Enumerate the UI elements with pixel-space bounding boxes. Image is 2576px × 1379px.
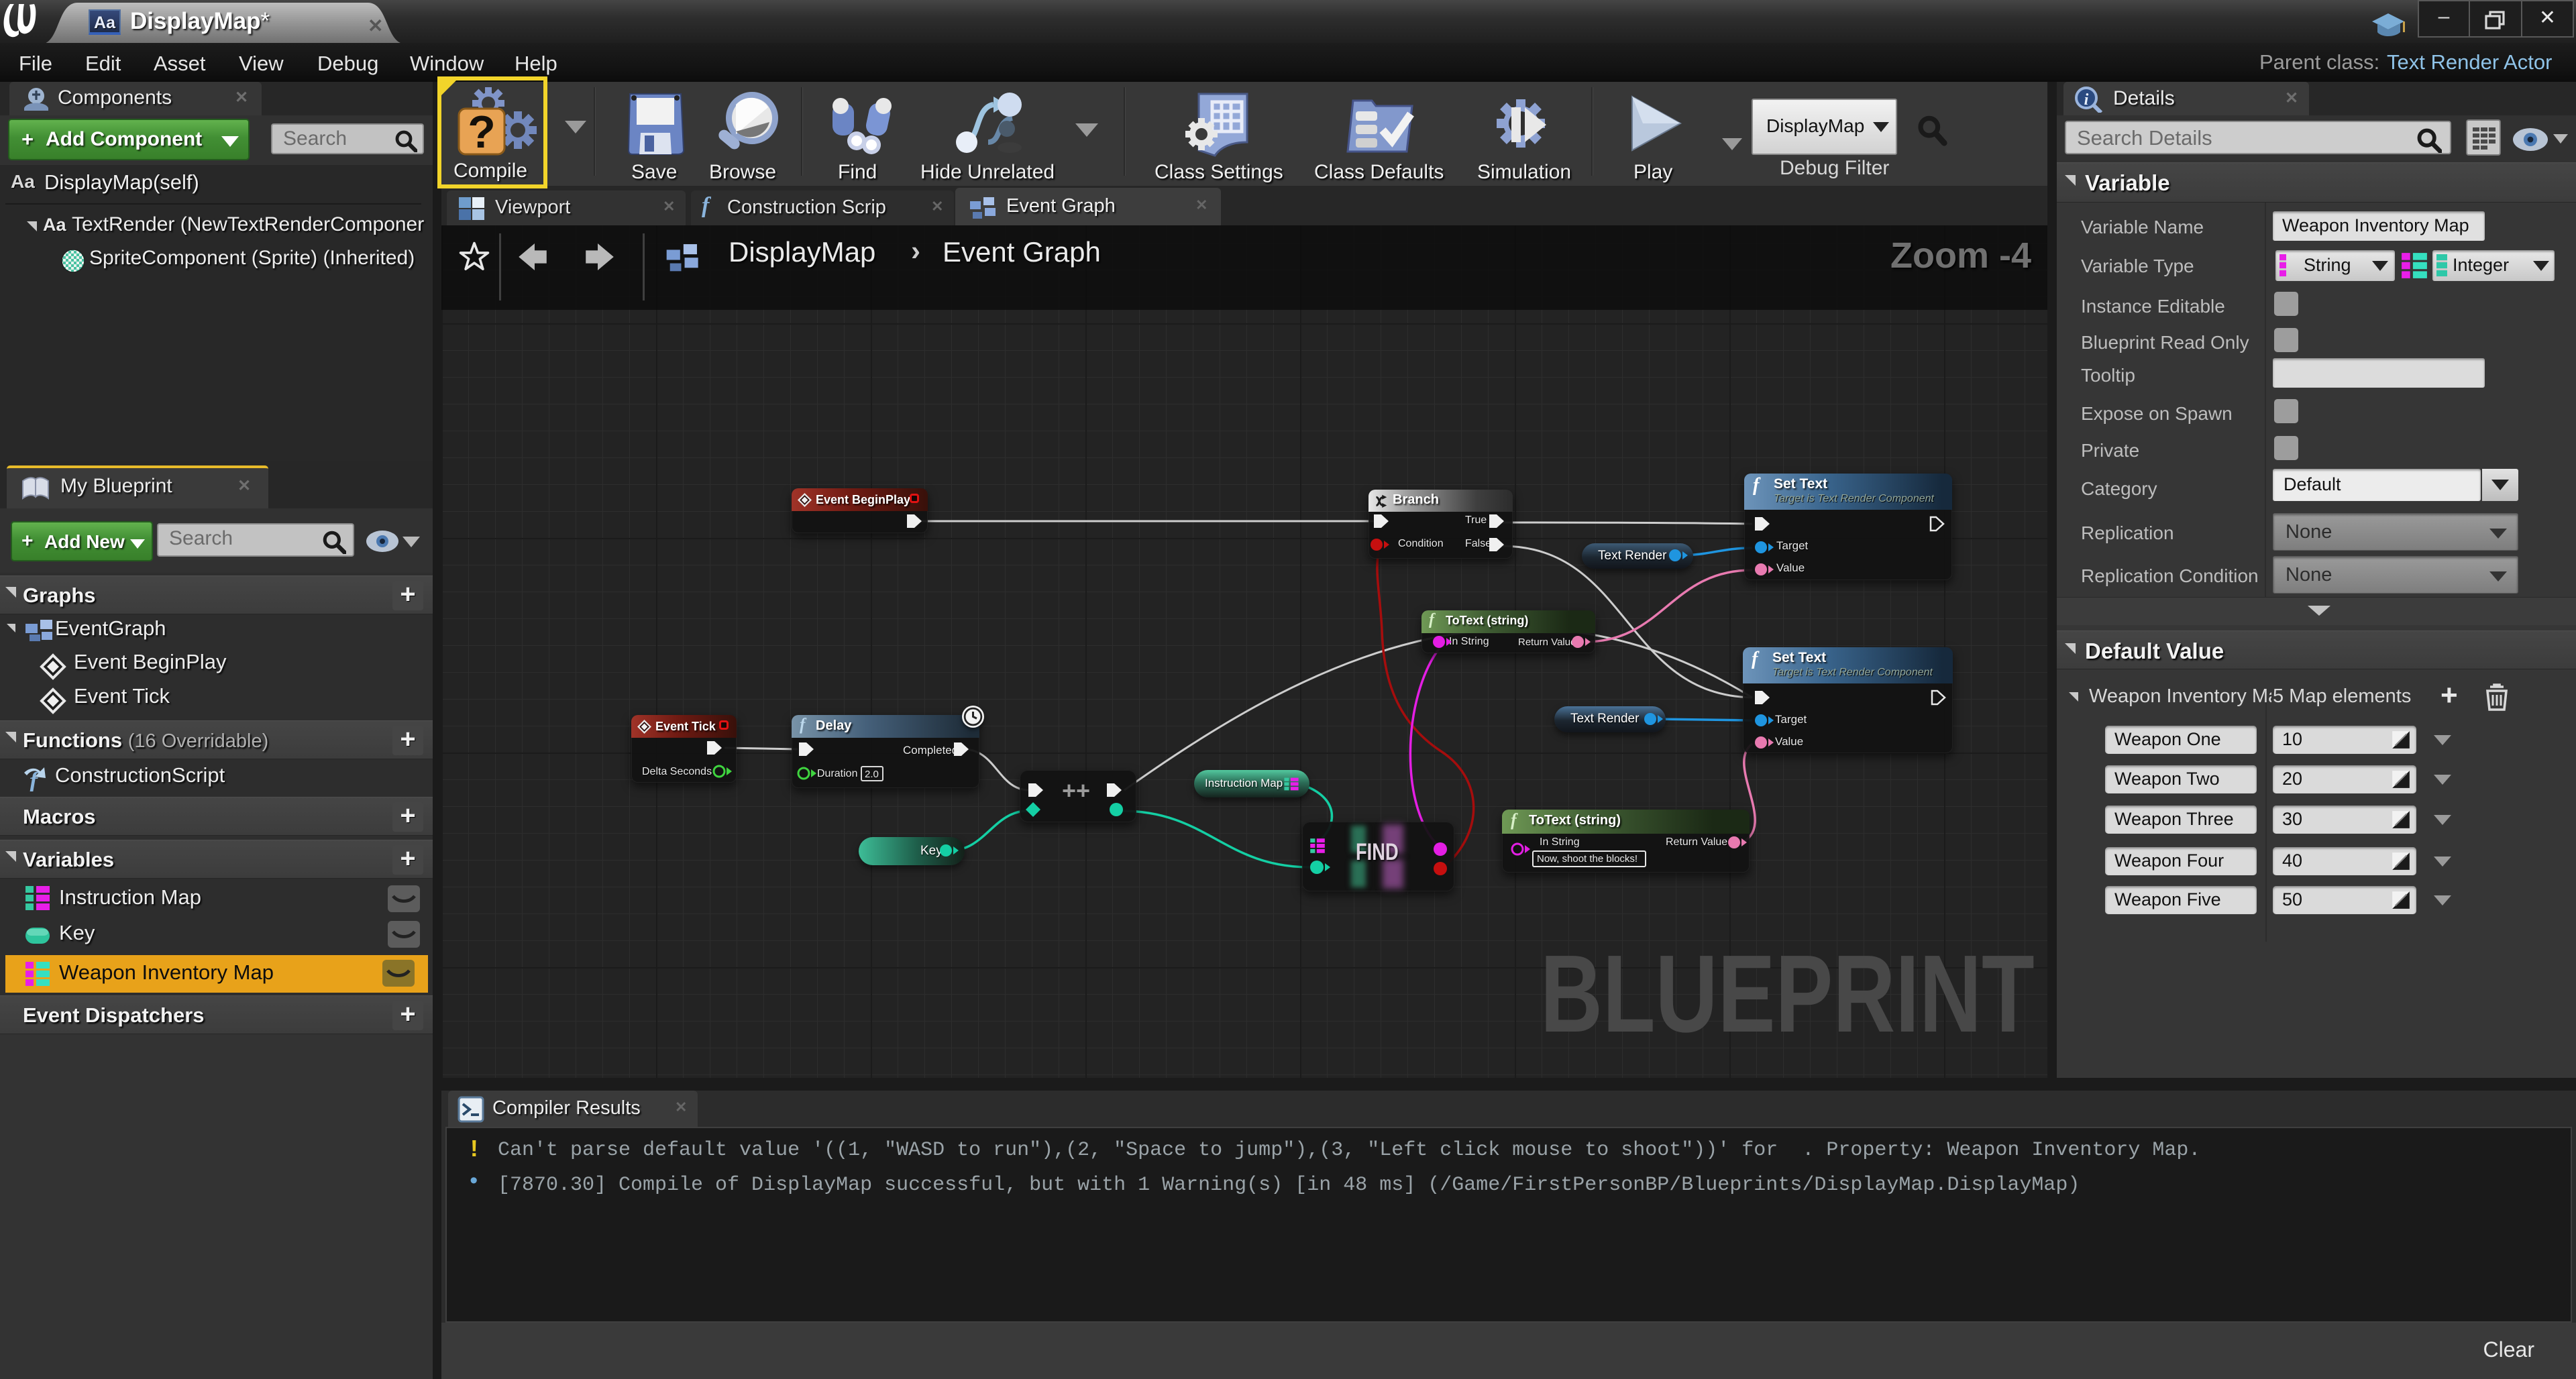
svg-text:?: ? [468,107,496,158]
svg-text:i: i [2084,91,2089,109]
